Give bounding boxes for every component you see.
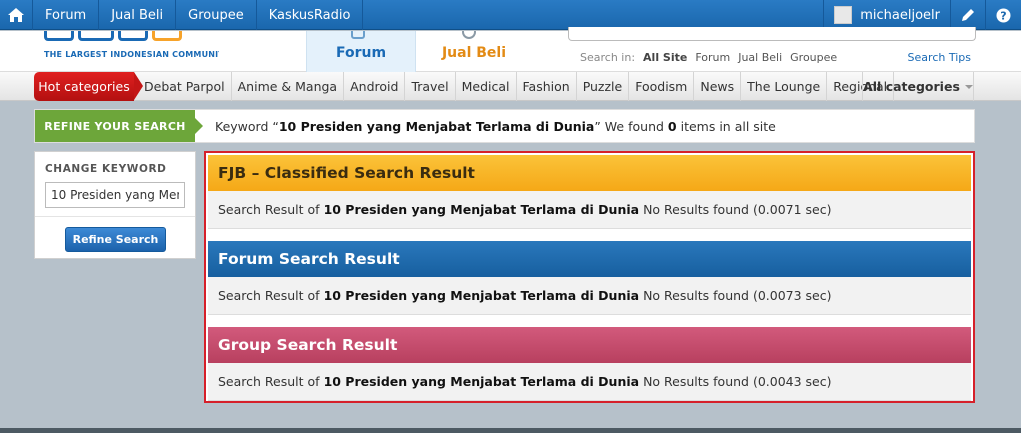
result-keyword: 10 Presiden yang Menjabat Terlama di Dun… — [323, 374, 640, 389]
fjb-result-title[interactable]: FJB – Classified Search Result — [208, 155, 971, 191]
result-status: No Results found (0.0071 sec) — [643, 202, 832, 217]
group-result-title[interactable]: Group Search Result — [208, 327, 971, 363]
home-icon — [8, 8, 24, 22]
category-bar: Hot categories Debat Parpol Anime & Mang… — [0, 72, 1021, 101]
all-categories-dropdown[interactable]: All categories — [862, 72, 974, 101]
hot-categories-label: Hot categories — [34, 72, 143, 101]
search-tips-link[interactable]: Search Tips — [908, 51, 971, 64]
logo-tagline: THE LARGEST INDONESIAN COMMUNITY — [44, 50, 219, 59]
search-in-label: Search in: — [580, 51, 636, 64]
edit-button[interactable] — [950, 0, 985, 30]
all-categories-label: All categories — [863, 79, 960, 94]
result-keyword: 10 Presiden yang Menjabat Terlama di Dun… — [323, 288, 640, 303]
refine-your-search-label: REFINE YOUR SEARCH — [35, 110, 203, 142]
result-count: 0 — [667, 119, 677, 134]
top-nav: Forum Jual Beli Groupee KaskusRadio — [0, 0, 364, 30]
keyword-input[interactable] — [45, 182, 185, 208]
chevron-down-icon — [964, 84, 973, 89]
refine-search-button[interactable]: Refine Search — [65, 227, 166, 252]
refine-bar: REFINE YOUR SEARCH Keyword “10 Presiden … — [34, 109, 975, 143]
category-item[interactable]: Fashion — [517, 72, 577, 101]
category-item[interactable]: Travel — [405, 72, 456, 101]
tab-jual-beli[interactable]: Jual Beli — [418, 31, 530, 72]
category-item[interactable]: Android — [344, 72, 406, 101]
search-scope: Search in: All Site Forum Jual Beli Grou… — [580, 51, 837, 64]
topnav-forum[interactable]: Forum — [33, 0, 100, 30]
footer-divider — [0, 428, 1021, 433]
category-item[interactable]: The Lounge — [741, 72, 828, 101]
topnav-jual-beli[interactable]: Jual Beli — [99, 0, 177, 30]
scope-jual-beli[interactable]: Jual Beli — [738, 51, 782, 64]
category-item[interactable]: Anime & Manga — [232, 72, 345, 101]
keyword-suffix: items in all site — [680, 119, 776, 134]
keyword-summary: Keyword “10 Presiden yang Menjabat Terla… — [215, 119, 776, 134]
user-menu: michaeljoelr ? — [823, 0, 1021, 30]
results-panel: FJB – Classified Search Result Search Re… — [204, 151, 975, 403]
category-item[interactable]: Foodism — [629, 72, 695, 101]
fjb-result-body: Search Result of 10 Presiden yang Menjab… — [208, 191, 971, 229]
category-list: Debat Parpol Anime & Manga Android Trave… — [138, 72, 895, 101]
result-prefix: Search Result of — [218, 374, 320, 389]
category-item[interactable]: News — [694, 72, 742, 101]
help-button[interactable]: ? — [985, 0, 1021, 30]
kaskus-logo[interactable]: THE LARGEST INDONESIAN COMMUNITY — [44, 31, 219, 71]
keyword-value: 10 Presiden yang Menjabat Terlama di Dun… — [278, 119, 595, 134]
divider — [35, 216, 195, 217]
top-navbar: Forum Jual Beli Groupee KaskusRadio mich… — [0, 0, 1021, 30]
forum-result-body: Search Result of 10 Presiden yang Menjab… — [208, 277, 971, 315]
home-button[interactable] — [0, 0, 33, 30]
user-profile-link[interactable]: michaeljoelr — [823, 0, 950, 30]
tab-jual-beli-label: Jual Beli — [441, 45, 507, 61]
pencil-icon — [962, 9, 974, 21]
topnav-kaskusradio[interactable]: KaskusRadio — [257, 0, 364, 30]
category-item[interactable]: Debat Parpol — [138, 72, 232, 101]
topnav-groupee[interactable]: Groupee — [176, 0, 257, 30]
result-keyword: 10 Presiden yang Menjabat Terlama di Dun… — [323, 202, 640, 217]
group-result-body: Search Result of 10 Presiden yang Menjab… — [208, 363, 971, 401]
forum-result-title[interactable]: Forum Search Result — [208, 241, 971, 277]
tab-forum[interactable]: Forum — [306, 31, 416, 72]
search-input[interactable] — [568, 27, 976, 41]
result-prefix: Search Result of — [218, 202, 320, 217]
scope-groupee[interactable]: Groupee — [790, 51, 837, 64]
svg-text:?: ? — [1000, 9, 1006, 22]
username: michaeljoelr — [860, 7, 940, 23]
keyword-close: ” We found — [594, 119, 664, 134]
change-keyword-title: CHANGE KEYWORD — [45, 163, 167, 175]
keyword-prefix: Keyword — [215, 119, 269, 134]
site-header: THE LARGEST INDONESIAN COMMUNITY Forum J… — [0, 27, 1021, 72]
question-icon: ? — [996, 8, 1011, 22]
avatar — [834, 6, 853, 24]
result-status: No Results found (0.0073 sec) — [643, 288, 832, 303]
change-keyword-panel: CHANGE KEYWORD Refine Search — [34, 151, 196, 259]
logo-mark — [44, 31, 214, 41]
category-item[interactable]: Medical — [456, 72, 517, 101]
forum-icon — [351, 31, 371, 39]
scope-all-site[interactable]: All Site — [643, 51, 687, 64]
tab-forum-label: Forum — [335, 45, 387, 61]
scope-forum[interactable]: Forum — [695, 51, 730, 64]
result-status: No Results found (0.0043 sec) — [643, 374, 832, 389]
category-item[interactable]: Puzzle — [577, 72, 630, 101]
result-prefix: Search Result of — [218, 288, 320, 303]
jual-beli-icon — [462, 31, 482, 39]
